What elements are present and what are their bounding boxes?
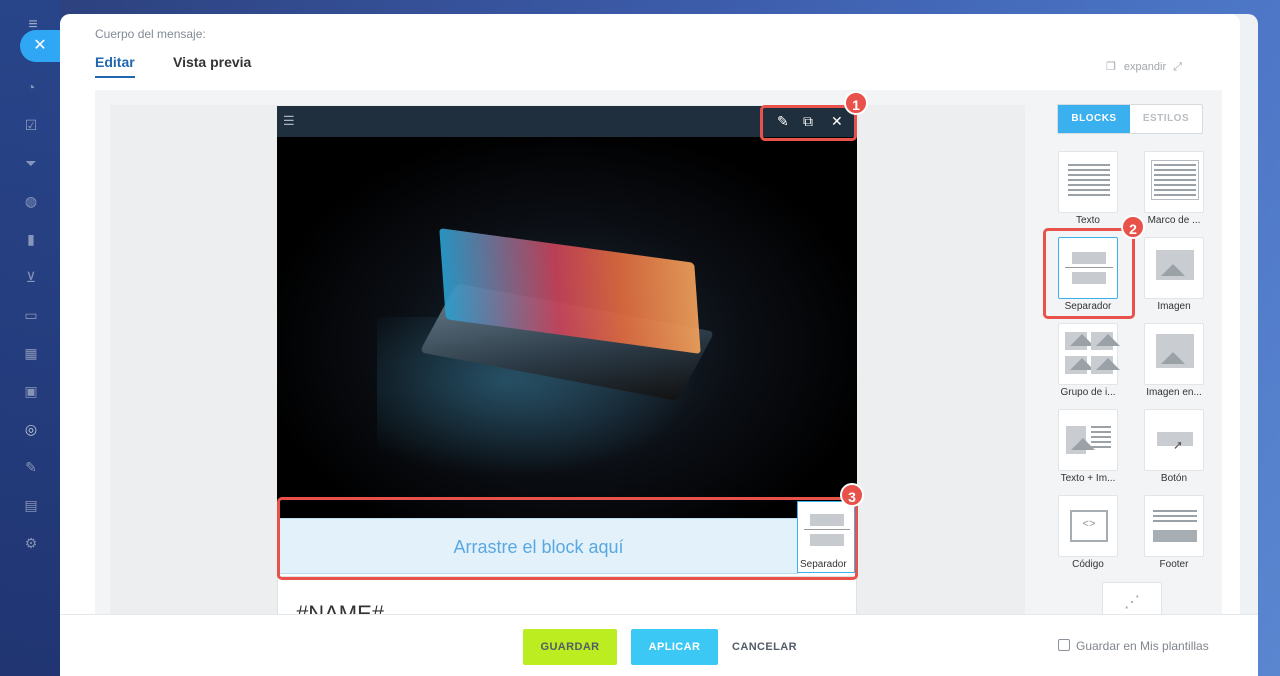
image-icon	[1144, 237, 1204, 299]
annotation-badge-3: 3	[840, 483, 864, 507]
footer-bar: GUARDAR APLICAR CANCELAR Guardar en Mis …	[60, 614, 1258, 676]
save-button[interactable]: GUARDAR	[523, 629, 617, 665]
save-template-checkbox[interactable]	[1058, 639, 1070, 651]
button-icon: ➚	[1144, 409, 1204, 471]
tab-edit[interactable]: Editar	[95, 54, 135, 78]
palette-item-label: Texto + Im...	[1060, 473, 1116, 484]
palette-item-separator[interactable]: Separador	[1048, 237, 1128, 317]
block-drag-menu-icon[interactable]: ☰	[283, 113, 295, 129]
pen-icon[interactable]: ✎	[22, 458, 40, 476]
window-icon: ❐	[1106, 61, 1116, 73]
palette-item-label: Imagen en...	[1146, 387, 1202, 398]
store-icon[interactable]: ▣	[22, 382, 40, 400]
palette-tabs: BLOCKS ESTILOS	[1057, 104, 1203, 134]
palette-item-label: Imagen	[1157, 301, 1191, 312]
save-template-label[interactable]: Guardar en Mis plantillas	[1076, 639, 1209, 653]
palette-item-code[interactable]: <> Código	[1048, 495, 1128, 575]
palette-item-text[interactable]: Texto	[1048, 151, 1128, 231]
palette-item-text-image[interactable]: Texto + Im...	[1048, 409, 1128, 489]
palette-item-label: Separador	[1064, 301, 1112, 312]
robot-icon[interactable]: ◍	[22, 192, 40, 210]
palette-item-label: Botón	[1160, 473, 1188, 484]
palette-item-label: Grupo de i...	[1060, 387, 1116, 398]
close-slider-button[interactable]: ✕	[20, 30, 60, 62]
cart-icon[interactable]: ⊻	[22, 268, 40, 286]
crm-sidebar: ≡ ◔ ☑ ⏷ ◍ ▮ ⊻ ▭ ▦ ▣ ◎ ✎ ▤ ⚙	[0, 0, 60, 676]
marketing-icon[interactable]: ◎	[22, 420, 40, 438]
funnel-icon[interactable]: ⏷	[22, 154, 40, 172]
boxed-text-icon	[1144, 151, 1204, 213]
code-icon: <>	[1058, 495, 1118, 557]
palette-item-label: Código	[1072, 559, 1104, 570]
palette-item-image[interactable]: Imagen	[1134, 237, 1214, 317]
palette-item-button[interactable]: ➚ Botón	[1134, 409, 1214, 489]
expand-link[interactable]: ❐ expandir ⤢	[1106, 60, 1182, 74]
hero-image-laptop[interactable]	[277, 137, 857, 518]
text-image-icon	[1058, 409, 1118, 471]
document-icon[interactable]: ▤	[22, 496, 40, 514]
palette-item-label: Marco de ...	[1147, 215, 1201, 226]
footer-icon	[1144, 495, 1204, 557]
apply-button[interactable]: APLICAR	[631, 629, 718, 665]
image-card-icon	[1144, 323, 1204, 385]
expand-arrows-icon: ⤢	[1173, 61, 1182, 73]
cancel-button[interactable]: CANCELAR	[732, 629, 797, 665]
contact-card-icon[interactable]: ▭	[22, 306, 40, 324]
activity-icon[interactable]: ◔	[22, 78, 40, 96]
palette-item-label: Texto	[1076, 215, 1100, 226]
palette-item-footer[interactable]: Footer	[1134, 495, 1214, 575]
expand-label: expandir	[1123, 61, 1167, 73]
palette-item-label: Footer	[1159, 559, 1189, 570]
message-body-label: Cuerpo del mensaje:	[95, 27, 206, 41]
analytics-icon[interactable]: ▮	[22, 230, 40, 248]
annotation-badge-1: 1	[844, 91, 868, 115]
email-editor-panel: Cuerpo del mensaje: Editar Vista previa …	[60, 14, 1258, 676]
cursor-icon: ➚	[1173, 438, 1184, 452]
palette-item-image-card[interactable]: Imagen en...	[1134, 323, 1214, 403]
settings-icon[interactable]: ⚙	[22, 534, 40, 552]
tab-preview[interactable]: Vista previa	[173, 54, 251, 70]
image-group-icon	[1058, 323, 1120, 385]
text-block-icon	[1058, 151, 1118, 213]
tab-blocks[interactable]: BLOCKS	[1058, 105, 1130, 133]
divider-icon	[1058, 237, 1118, 299]
tab-styles[interactable]: ESTILOS	[1130, 105, 1202, 133]
calendar-icon[interactable]: ▦	[22, 344, 40, 362]
annotation-box-3	[277, 497, 858, 580]
tasks-icon[interactable]: ☑	[22, 116, 40, 134]
palette-item-image-group[interactable]: Grupo de i...	[1048, 323, 1128, 403]
palette-item-boxed-text[interactable]: Marco de ...	[1134, 151, 1214, 231]
annotation-box-1	[760, 105, 857, 141]
